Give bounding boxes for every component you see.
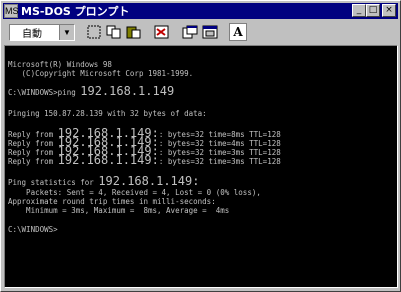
console-prompt: C:\WINDOWS>	[8, 225, 58, 234]
properties-icon[interactable]	[181, 23, 199, 41]
console-line: Pinging 150.87.28.139 with 32 bytes of d…	[8, 109, 207, 118]
console-line: Ping statistics for 192.168.1.149:	[8, 174, 200, 188]
msdos-icon: MS	[4, 4, 19, 18]
console-line: (C)Copyright Microsoft Corp 1981-1999.	[8, 69, 194, 78]
fullscreen-icon[interactable]	[153, 23, 171, 41]
console-line: Minimum = 3ms, Maximum = 8ms, Average = …	[8, 206, 230, 215]
console-output[interactable]: Microsoft(R) Windows 98 (C)Copyright Mic…	[4, 45, 398, 288]
mark-icon[interactable]	[85, 23, 103, 41]
console-line: Reply from 192.168.1.149:: bytes=32 time…	[8, 153, 281, 167]
paste-icon[interactable]	[125, 23, 143, 41]
close-button[interactable]: ×	[382, 4, 396, 17]
console-line: C:\WINDOWS>ping 192.168.1.149	[8, 84, 175, 98]
background-icon[interactable]	[201, 23, 219, 41]
toolbar: 自動 ▼ A	[3, 21, 398, 43]
font-size-value: 自動	[22, 28, 42, 40]
font-icon[interactable]: A	[229, 23, 247, 41]
console-line: Approximate round trip times in milli-se…	[8, 197, 216, 206]
title-bar[interactable]: MS MS-DOS プロンプト _ □ ×	[3, 3, 398, 19]
chevron-down-icon[interactable]: ▼	[59, 24, 74, 40]
copy-icon[interactable]	[105, 23, 123, 41]
msdos-window: MS MS-DOS プロンプト _ □ × 自動 ▼ A Microsoft(R…	[0, 0, 401, 292]
font-size-select[interactable]: 自動 ▼	[9, 23, 75, 41]
console-line: Packets: Sent = 4, Received = 4, Lost = …	[8, 188, 261, 197]
minimize-button[interactable]: _	[352, 4, 366, 17]
console-line: Microsoft(R) Windows 98	[8, 60, 112, 69]
window-title: MS-DOS プロンプト	[21, 5, 130, 18]
maximize-button[interactable]: □	[366, 4, 380, 17]
